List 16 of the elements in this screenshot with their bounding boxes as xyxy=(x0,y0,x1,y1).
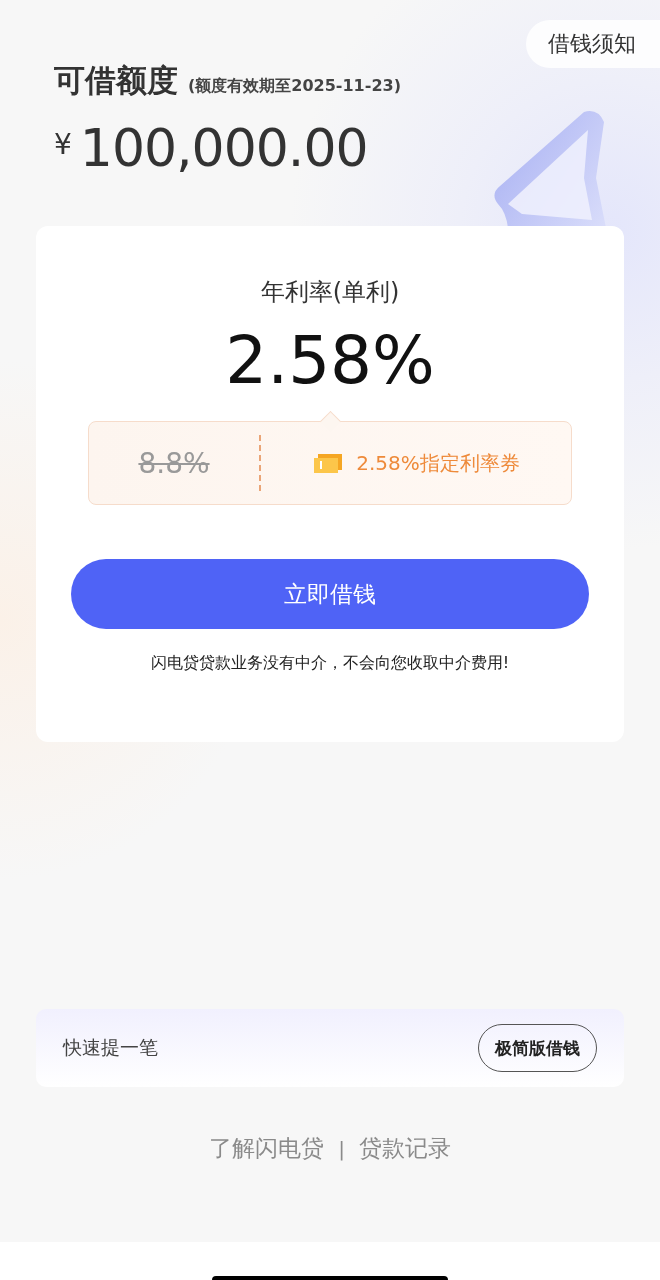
rate-label: 年利率(单利) xyxy=(260,277,400,308)
ticket-icon xyxy=(312,452,345,474)
original-rate: 8.8% xyxy=(137,446,211,480)
loan-notice-button[interactable]: 借钱须知 xyxy=(526,20,660,68)
footer-link[interactable]: 贷款记录 xyxy=(358,1133,451,1164)
borrow-now-button[interactable]: 立即借钱 xyxy=(71,559,589,629)
rate-value: 2.58% xyxy=(225,322,435,399)
validity-date: (额度有效期至2025-11-23) xyxy=(188,76,401,97)
credit-limit-title: 可借额度 xyxy=(54,61,178,100)
coupon-text: 2.58%指定利率券 xyxy=(356,449,520,477)
credit-amount: 100,000.00 xyxy=(79,118,368,178)
currency-symbol: ¥ xyxy=(54,128,72,161)
quick-borrow-label: 快速提一笔 xyxy=(63,1035,158,1060)
footer-link[interactable]: 了解闪电贷 xyxy=(209,1133,325,1164)
link-separator: | xyxy=(338,1136,345,1161)
disclaimer-text: 闪电贷贷款业务没有中介，不会向您收取中介费用! xyxy=(150,653,510,674)
